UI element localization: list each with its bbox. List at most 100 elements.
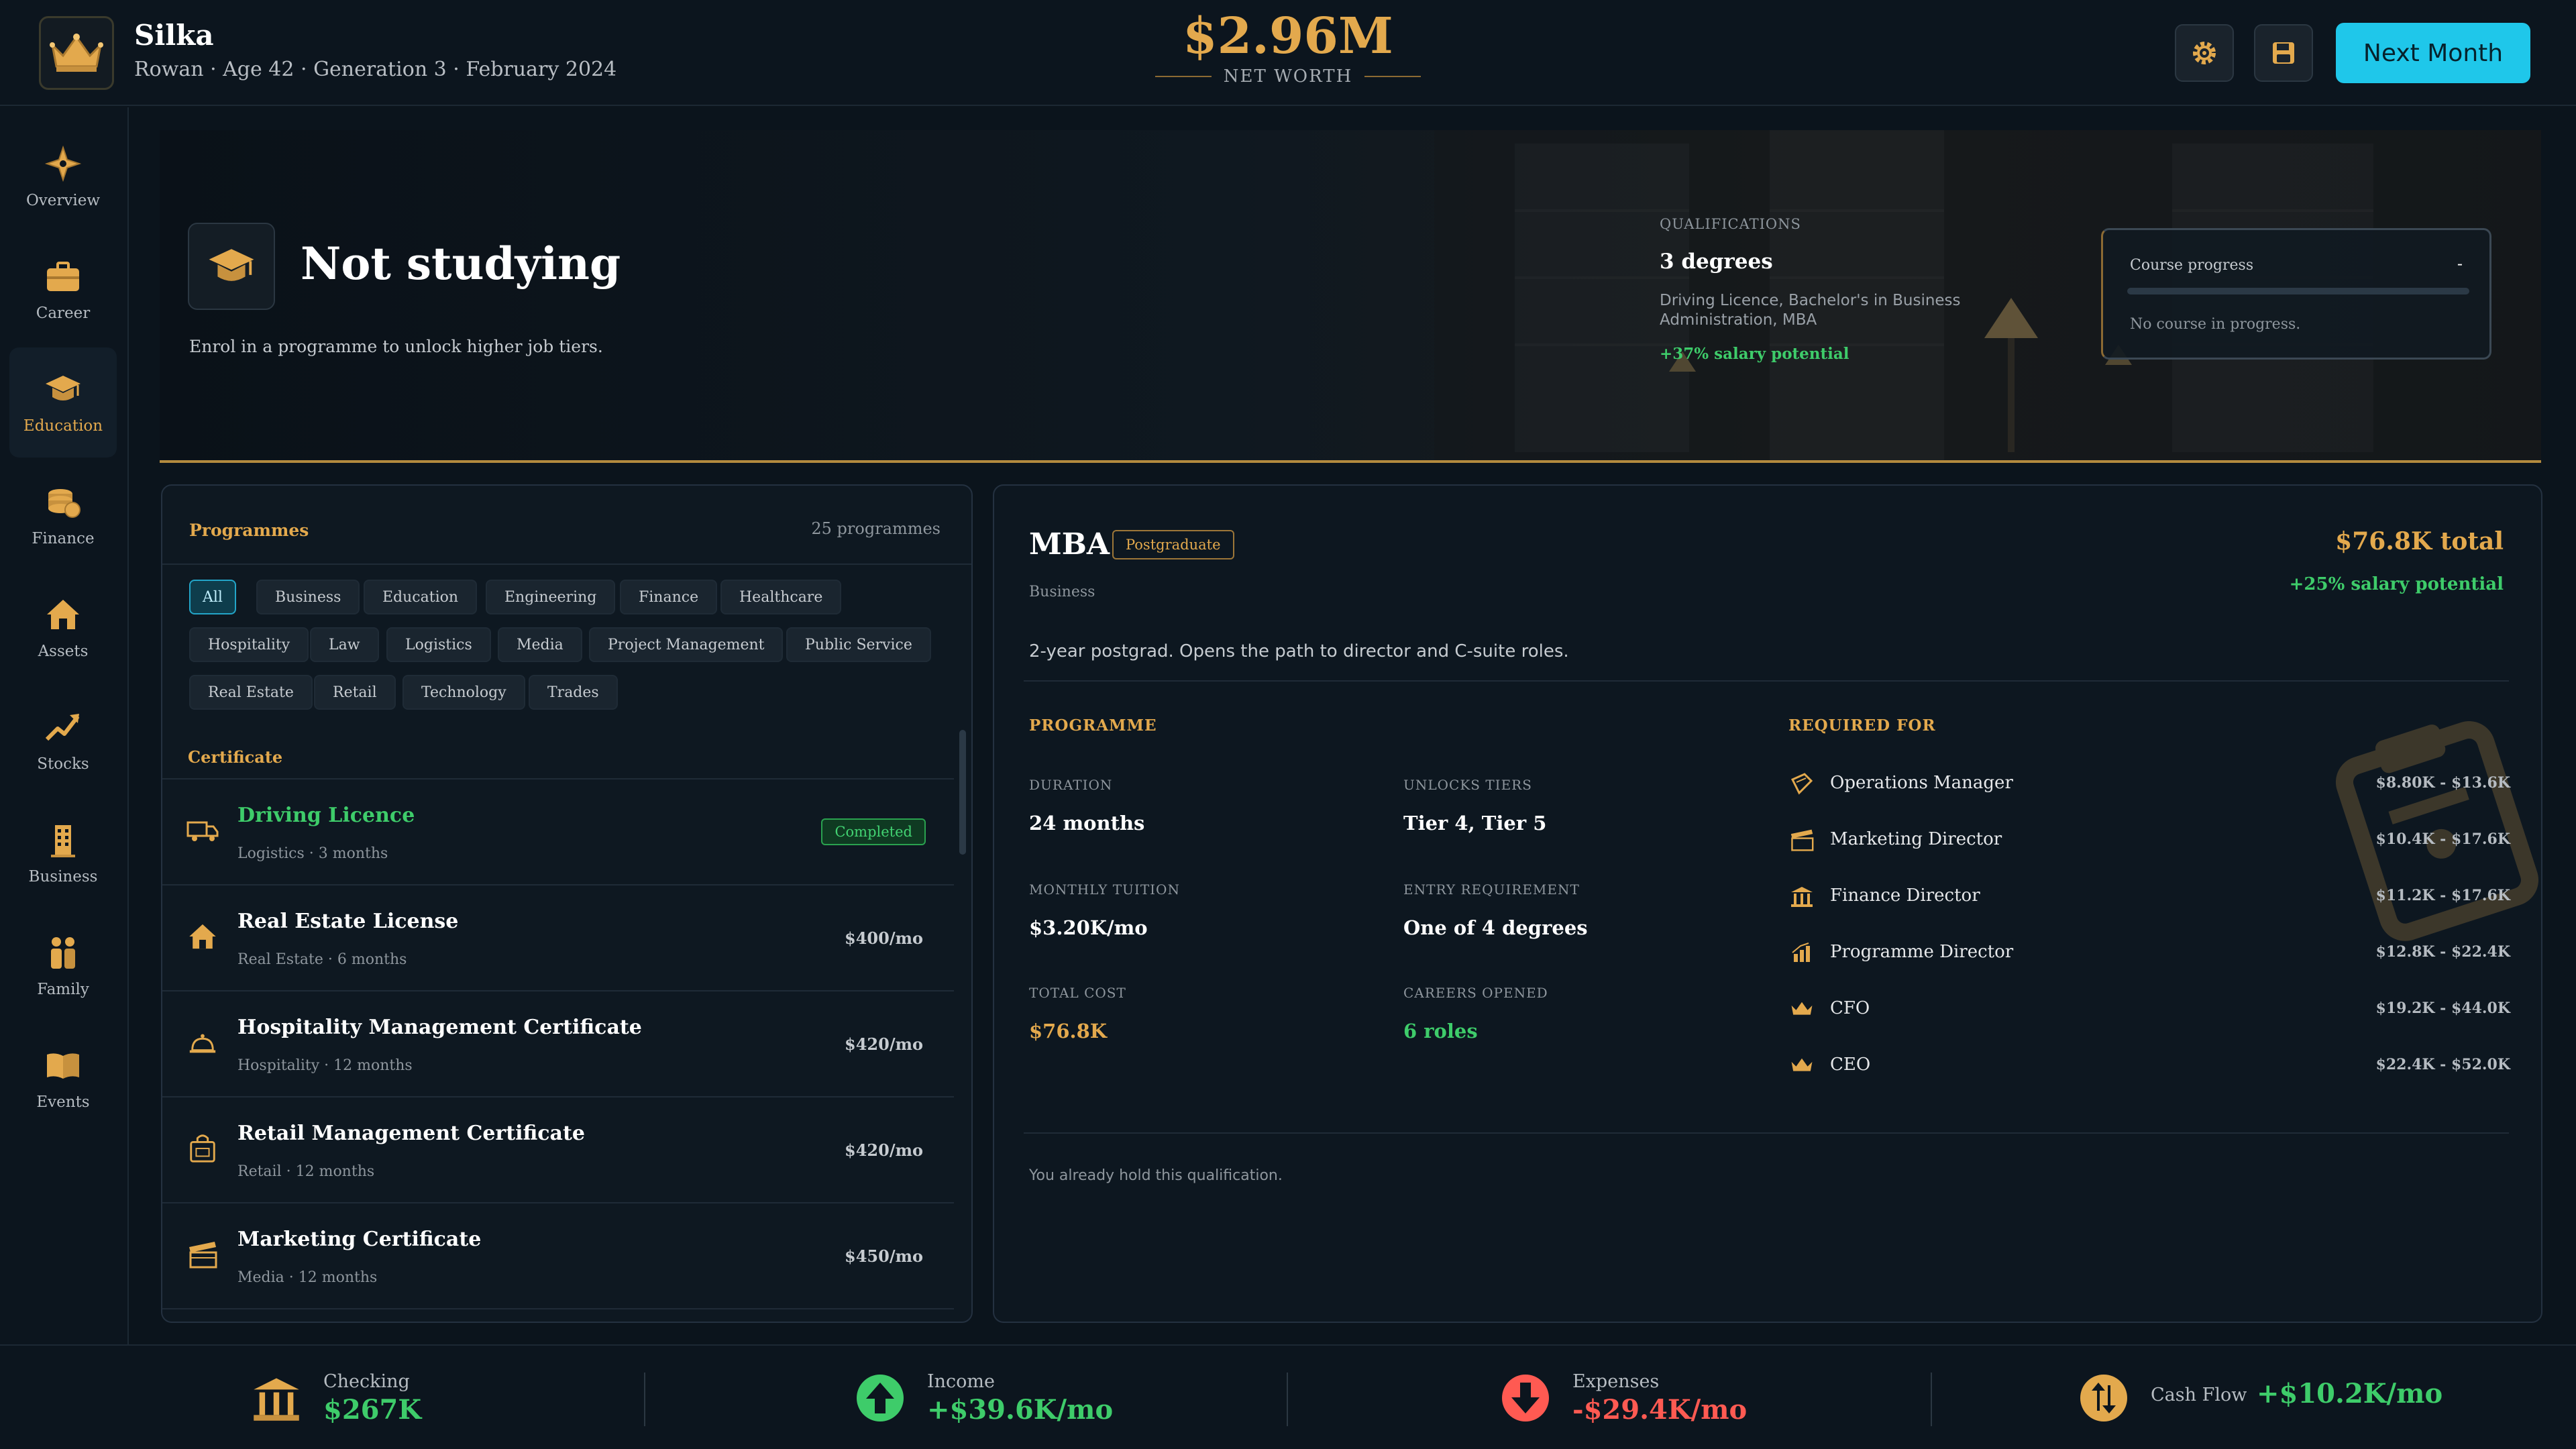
expenses-arrow-down-icon [1499, 1371, 1552, 1425]
trend-arrow-icon [45, 714, 80, 741]
graduation-cap-icon [209, 249, 254, 281]
filter-chip-engineering[interactable]: Engineering [486, 580, 616, 614]
entry-requirement-label: ENTRY REQUIREMENT [1403, 881, 1580, 898]
programme-price: $420/mo [845, 1140, 923, 1160]
required-role-salary-range: $19.2K - $44.0K [2375, 1000, 2510, 1017]
filter-chip-all[interactable]: All [189, 580, 236, 614]
expenses-label: Expenses [1572, 1371, 1660, 1392]
programme-row[interactable]: Marketing Certificate Media · 12 months … [162, 1203, 954, 1309]
required-role-row: Programme Director $12.8K - $22.4K [1788, 936, 2510, 969]
net-worth-label: NET WORTH [1223, 66, 1353, 87]
next-month-button[interactable]: Next Month [2336, 23, 2530, 83]
programme-meta: Media · 12 months [237, 1269, 378, 1286]
required-role-title: Programme Director [1830, 942, 2014, 962]
checking-label: Checking [323, 1371, 410, 1392]
programme-level-badge: Postgraduate [1112, 530, 1234, 559]
qualifications-salary-bonus: +37% salary potential [1660, 344, 1849, 363]
divider [1287, 1373, 1288, 1426]
filter-chip-project-management[interactable]: Project Management [589, 627, 784, 662]
floppy-disk-icon [2273, 42, 2294, 64]
building-icon [51, 825, 75, 857]
required-role-row: CEO $22.4K - $52.0K [1788, 1049, 2510, 1081]
unlocks-tiers-label: UNLOCKS TIERS [1403, 777, 1532, 793]
sidebar-item-label: Finance [32, 530, 95, 547]
required-role-salary-range: $11.2K - $17.6K [2375, 887, 2510, 904]
programme-price: $420/mo [845, 1034, 923, 1054]
sidebar-item-business[interactable]: Business [9, 798, 117, 908]
filter-chip-healthcare[interactable]: Healthcare [720, 580, 842, 614]
briefcase-icon [47, 262, 79, 291]
required-role-salary-range: $8.80K - $13.6K [2375, 774, 2510, 792]
completed-badge: Completed [821, 818, 926, 845]
save-button[interactable] [2254, 24, 2313, 82]
sidebar-item-overview[interactable]: Overview [9, 122, 117, 232]
sidebar-item-family[interactable]: Family [9, 911, 117, 1021]
checking-value: $267K [323, 1394, 422, 1426]
sidebar-item-stocks[interactable]: Stocks [9, 686, 117, 796]
filter-chip-real-estate[interactable]: Real Estate [189, 675, 313, 710]
service-bell-icon [185, 1025, 220, 1060]
filter-chip-technology[interactable]: Technology [402, 675, 525, 710]
character-summary: Rowan · Age 42 · Generation 3 · February… [134, 58, 617, 81]
sidebar-item-education[interactable]: Education [9, 347, 117, 458]
filter-chip-media[interactable]: Media [498, 627, 582, 662]
filter-chip-public-service[interactable]: Public Service [786, 627, 931, 662]
programme-price: $450/mo [845, 1246, 923, 1266]
duration-value: 24 months [1029, 812, 1145, 835]
cash-flow-value: +$10.2K/mo [2257, 1378, 2443, 1409]
filter-chip-trades[interactable]: Trades [529, 675, 618, 710]
filter-chip-retail[interactable]: Retail [314, 675, 396, 710]
divider [1155, 76, 1212, 78]
programme-meta: Retail · 12 months [237, 1163, 375, 1180]
sidebar-item-career[interactable]: Career [9, 235, 117, 345]
programme-meta: Real Estate · 6 months [237, 951, 407, 968]
unlocks-tiers-value: Tier 4, Tier 5 [1403, 812, 1547, 835]
required-role-salary-range: $22.4K - $52.0K [2375, 1056, 2510, 1073]
finance-status-bar: Checking $267K Income +$39.6K/mo Expense… [0, 1344, 2576, 1449]
shopping-bag-icon [185, 1131, 220, 1166]
gear-icon [2193, 42, 2216, 64]
clapperboard-icon [185, 1237, 220, 1272]
crown-icon [1788, 1052, 1815, 1079]
coins-icon [48, 489, 80, 518]
divider [1024, 680, 2509, 682]
filter-chip-education[interactable]: Education [364, 580, 478, 614]
qualification-held-note: You already hold this qualification. [1029, 1167, 1283, 1184]
bank-icon [1788, 883, 1815, 910]
filter-chip-business[interactable]: Business [256, 580, 360, 614]
required-role-title: Finance Director [1830, 885, 1980, 906]
programme-title: Marketing Certificate [237, 1228, 482, 1251]
required-role-row: CFO $19.2K - $44.0K [1788, 993, 2510, 1025]
filter-chip-finance[interactable]: Finance [620, 580, 718, 614]
app-title: Silka [134, 19, 214, 52]
programmes-scrollbar[interactable] [959, 730, 966, 855]
clapperboard-icon [1788, 826, 1815, 853]
filter-chip-law[interactable]: Law [310, 627, 379, 662]
programme-row[interactable]: Retail Management Certificate Retail · 1… [162, 1097, 954, 1203]
bank-icon [250, 1371, 303, 1425]
sidebar-item-label: Career [36, 305, 91, 322]
monthly-tuition-value: $3.20K/mo [1029, 916, 1148, 939]
sidebar-item-events[interactable]: Events [9, 1024, 117, 1134]
programme-row[interactable]: Driving Licence Logistics · 3 months Com… [162, 780, 954, 885]
filter-chip-logistics[interactable]: Logistics [386, 627, 491, 662]
income-value: +$39.6K/mo [927, 1394, 1114, 1426]
sidebar-item-label: Education [23, 417, 103, 435]
crown-icon [50, 34, 103, 72]
programmes-panel: Programmes 25 programmes All Business Ed… [161, 484, 973, 1323]
qualifications-list: Driving Licence, Bachelor's in Business … [1660, 292, 1961, 329]
cash-flow-label: Cash Flow [2151, 1385, 2247, 1405]
settings-button[interactable] [2175, 24, 2234, 82]
filter-chip-hospitality[interactable]: Hospitality [189, 627, 309, 662]
house-icon [47, 600, 79, 629]
programme-row[interactable]: Real Estate License Real Estate · 6 mont… [162, 885, 954, 991]
divider [644, 1373, 645, 1426]
sidebar-item-assets[interactable]: Assets [9, 573, 117, 683]
sidebar-item-finance[interactable]: Finance [9, 460, 117, 570]
required-role-salary-range: $12.8K - $22.4K [2375, 943, 2510, 961]
net-worth: $2.96M NET WORTH [1154, 9, 1422, 87]
required-role-title: CFO [1830, 998, 1870, 1018]
net-worth-value: $2.96M [1183, 7, 1393, 65]
required-role-row: Finance Director $11.2K - $17.6K [1788, 880, 2510, 912]
programme-row[interactable]: Hospitality Management Certificate Hospi… [162, 991, 954, 1097]
